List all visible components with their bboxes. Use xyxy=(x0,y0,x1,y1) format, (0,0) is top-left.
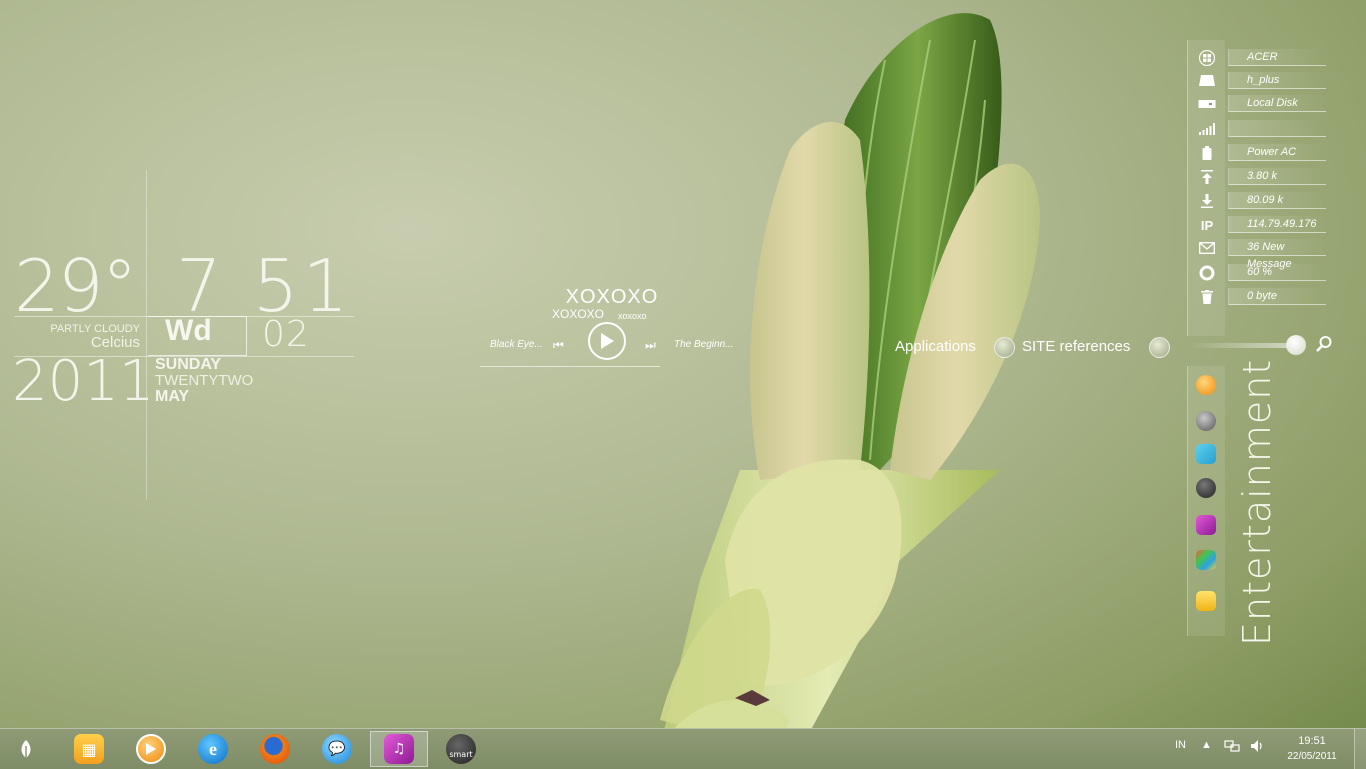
settings-orb-icon[interactable] xyxy=(1196,411,1216,431)
gallery-icon[interactable] xyxy=(1196,444,1216,464)
upload-arrow-icon xyxy=(1196,167,1218,187)
sysinfo-row-disk: Local Disk xyxy=(1196,94,1336,114)
ip-label: IP xyxy=(1200,217,1214,233)
play-icon xyxy=(601,333,614,349)
prev-track-label[interactable]: Black Eye... xyxy=(490,339,543,350)
taskbar-app-internet-explorer[interactable]: e xyxy=(184,731,242,767)
sysinfo-row-signal xyxy=(1196,119,1336,139)
taskbar-app-explorer[interactable]: ▦ xyxy=(60,731,118,767)
internet-explorer-icon: e xyxy=(198,734,228,764)
language-indicator[interactable]: IN xyxy=(1175,739,1186,751)
eye-icon[interactable] xyxy=(1196,478,1216,498)
taskbar-app-media-player[interactable] xyxy=(122,731,180,767)
taskbar-app-smart[interactable]: smart xyxy=(432,731,490,767)
applications-orb[interactable] xyxy=(994,337,1015,358)
music-icon[interactable] xyxy=(1196,515,1216,535)
cpu-usage: 60 % xyxy=(1228,264,1326,281)
explorer-icon: ▦ xyxy=(74,734,104,764)
messenger-icon: 💬 xyxy=(322,734,352,764)
mail-icon[interactable] xyxy=(1196,238,1218,258)
windows-tiles-icon[interactable] xyxy=(1196,550,1216,570)
show-desktop-button[interactable] xyxy=(1354,729,1366,769)
download-speed: 80.09 k xyxy=(1228,192,1326,209)
site-references-label: SITE references xyxy=(1022,338,1131,355)
next-button[interactable]: ⏭ xyxy=(645,338,656,353)
start-button[interactable] xyxy=(0,731,52,767)
sysinfo-row-user: h_plus xyxy=(1196,71,1336,91)
taskbar-app-messenger[interactable]: 💬 xyxy=(308,731,366,767)
site-references-orb[interactable] xyxy=(1149,337,1170,358)
music-icon: ♫ xyxy=(384,734,414,764)
computer-name: ACER xyxy=(1228,49,1326,66)
chevron-up-icon: ▲ xyxy=(1201,739,1212,751)
previous-button[interactable]: ⏮ xyxy=(553,338,564,353)
site-references-link[interactable]: SITE references xyxy=(1022,336,1130,358)
firefox-icon xyxy=(260,734,290,764)
show-hidden-icons-button[interactable]: ▲ xyxy=(1201,739,1212,751)
sysinfo-row-upload: 3.80 k xyxy=(1196,167,1336,187)
ip-address: 114.79.49.176 xyxy=(1228,216,1326,233)
cpu-ring-icon xyxy=(1196,263,1218,283)
sysinfo-row-computer: ACER xyxy=(1196,48,1336,68)
player-rule xyxy=(480,366,660,367)
weekday-abbr: Wd xyxy=(165,314,212,347)
recycle-bin-icon[interactable] xyxy=(1196,287,1218,307)
day-number: 02 xyxy=(262,314,310,355)
clock-widget-divider xyxy=(146,170,147,500)
previous-icon: ⏮ xyxy=(553,338,564,352)
windows-logo-icon xyxy=(1196,48,1218,68)
month: MAY xyxy=(155,388,190,405)
search-button[interactable] xyxy=(1315,335,1335,355)
battery-icon xyxy=(1196,143,1218,163)
signal-bars-icon xyxy=(1196,119,1218,139)
notes-icon[interactable] xyxy=(1196,591,1216,611)
leaf-start-icon xyxy=(21,740,31,758)
volume-icon[interactable] xyxy=(1250,739,1264,756)
ip-icon: IP xyxy=(1196,215,1218,235)
applications-label: Applications xyxy=(895,338,976,355)
taskbar-app-firefox[interactable] xyxy=(246,731,304,767)
sysinfo-row-power: Power AC xyxy=(1196,143,1336,163)
clock-date-taskbar[interactable]: 22/05/2011 xyxy=(1279,751,1345,762)
power-status: Power AC xyxy=(1228,144,1326,161)
user-name: h_plus xyxy=(1228,72,1326,89)
media-player-icon[interactable] xyxy=(1196,375,1216,395)
next-track-label[interactable]: The Beginn... xyxy=(674,339,733,350)
day-words: TWENTYTWO xyxy=(155,372,254,389)
track-title: XOXOXO xyxy=(565,286,659,308)
drive-icon xyxy=(1196,71,1218,91)
media-player-icon xyxy=(136,734,166,764)
taskbar: ▦ e 💬 ♫ smart IN ▲ 19:51 22/05/2011 xyxy=(0,728,1366,769)
dock-title: Entertainment xyxy=(1235,359,1281,646)
search-slider-thumb[interactable] xyxy=(1286,335,1306,355)
signal-value xyxy=(1228,120,1326,137)
dock-title-text: Entertainment xyxy=(1235,358,1279,646)
sysinfo-row-cpu: 60 % xyxy=(1196,263,1336,283)
temperature: 29° xyxy=(14,244,138,328)
next-icon: ⏭ xyxy=(645,338,656,352)
upload-speed: 3.80 k xyxy=(1228,168,1326,185)
local-disk-icon xyxy=(1196,94,1218,114)
sysinfo-row-mail[interactable]: 36 New Message xyxy=(1196,238,1336,270)
track-album: xoxoxo xyxy=(618,311,647,321)
recycle-bin-size[interactable]: 0 byte xyxy=(1228,288,1326,305)
play-button[interactable] xyxy=(588,322,626,360)
clock-time-taskbar[interactable]: 19:51 xyxy=(1286,735,1338,747)
sysinfo-row-download: 80.09 k xyxy=(1196,191,1336,211)
sysinfo-row-recycle[interactable]: 0 byte xyxy=(1196,287,1336,307)
sysinfo-row-ip: IP 114.79.49.176 xyxy=(1196,215,1336,235)
download-arrow-icon xyxy=(1196,191,1218,211)
taskbar-app-music[interactable]: ♫ xyxy=(370,731,428,767)
track-artist: XOXOXO xyxy=(552,307,605,321)
year: 2011 xyxy=(12,349,155,414)
mail-count[interactable]: 36 New Message xyxy=(1228,239,1326,270)
search-icon xyxy=(1316,336,1332,352)
disk-label: Local Disk xyxy=(1228,95,1326,112)
applications-link[interactable]: Applications xyxy=(895,336,976,358)
smart-icon: smart xyxy=(446,734,476,764)
smart-label: smart xyxy=(449,749,473,759)
network-icon[interactable] xyxy=(1224,739,1240,756)
